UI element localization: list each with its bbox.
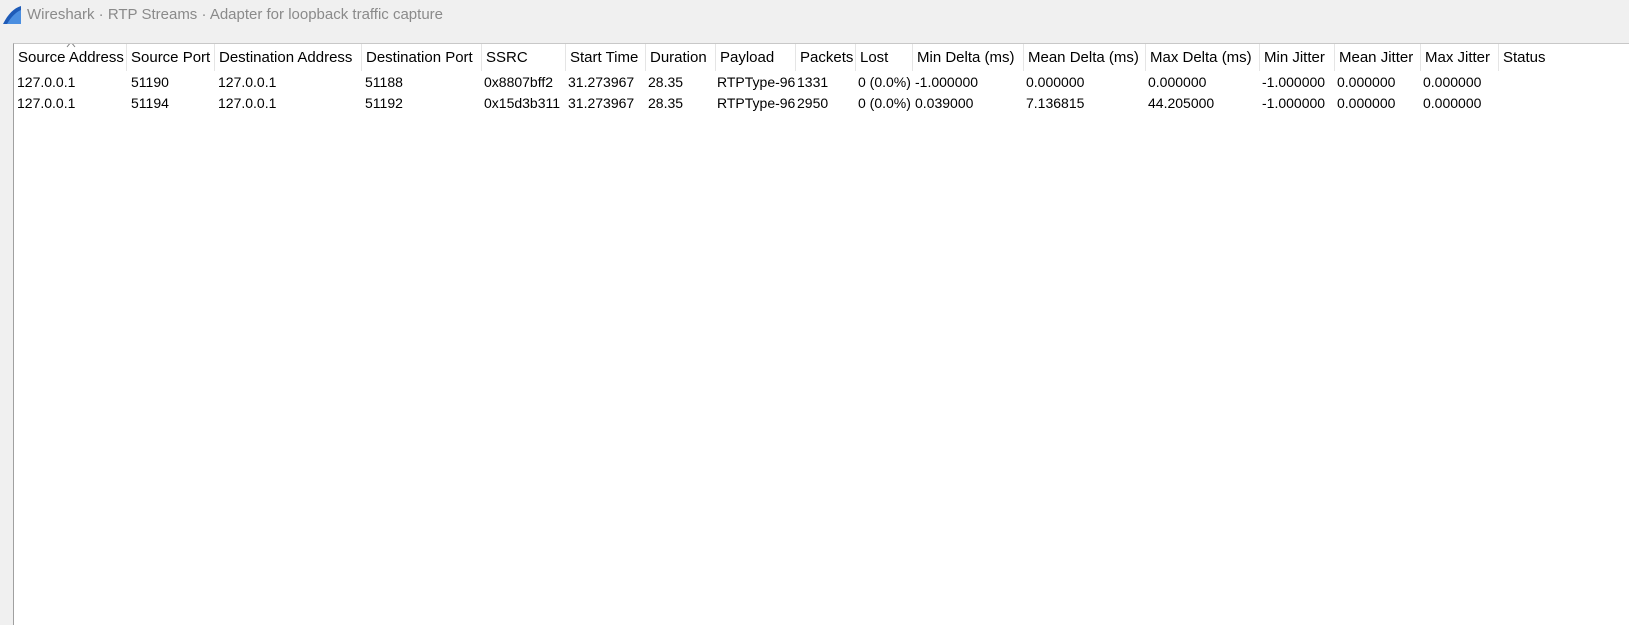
cell-mean-delta: 0.000000 xyxy=(1026,74,1085,90)
title-bar: Wireshark · RTP Streams · Adapter for lo… xyxy=(0,0,1629,32)
column-header-destination-port[interactable]: Destination Port xyxy=(362,44,482,71)
cell-ssrc: 0x15d3b311 xyxy=(484,95,561,111)
cell-ssrc: 0x8807bff2 xyxy=(484,74,554,90)
cell-destination-address: 127.0.0.1 xyxy=(218,95,277,111)
cell-packets: 1331 xyxy=(797,74,829,90)
cell-source-port: 51190 xyxy=(131,74,169,90)
cell-min-jitter: -1.000000 xyxy=(1262,95,1326,111)
column-header-destination-address[interactable]: Destination Address xyxy=(215,44,362,71)
cell-destination-port: 51188 xyxy=(365,74,403,90)
cell-lost: 0 (0.0%) xyxy=(858,74,911,90)
table-row[interactable]: 127.0.0.1 51194 127.0.0.1 51192 0x15d3b3… xyxy=(14,93,1629,114)
cell-packets: 2950 xyxy=(797,95,829,111)
column-header-ssrc[interactable]: SSRC xyxy=(482,44,566,71)
cell-duration: 28.35 xyxy=(648,95,684,111)
column-header-payload[interactable]: Payload xyxy=(716,44,796,71)
column-header-lost[interactable]: Lost xyxy=(856,44,913,71)
table-row[interactable]: 127.0.0.1 51190 127.0.0.1 51188 0x8807bf… xyxy=(14,72,1629,93)
column-header-min-delta[interactable]: Min Delta (ms) xyxy=(913,44,1024,71)
column-header-mean-jitter[interactable]: Mean Jitter xyxy=(1335,44,1421,71)
cell-mean-delta: 7.136815 xyxy=(1026,95,1085,111)
column-header-start-time[interactable]: Start Time xyxy=(566,44,646,71)
column-header-min-jitter[interactable]: Min Jitter xyxy=(1260,44,1335,71)
column-header-duration[interactable]: Duration xyxy=(646,44,716,71)
cell-max-jitter: 0.000000 xyxy=(1423,74,1482,90)
column-header-max-jitter[interactable]: Max Jitter xyxy=(1421,44,1499,71)
cell-lost: 0 (0.0%) xyxy=(858,95,911,111)
cell-payload: RTPType-96 xyxy=(717,95,796,111)
cell-min-delta: -1.000000 xyxy=(915,74,979,90)
cell-destination-port: 51192 xyxy=(365,95,403,111)
column-header-status[interactable]: Status xyxy=(1499,44,1629,71)
column-header-source-port[interactable]: Source Port xyxy=(127,44,215,71)
cell-max-jitter: 0.000000 xyxy=(1423,95,1482,111)
cell-source-address: 127.0.0.1 xyxy=(17,74,76,90)
cell-payload: RTPType-96 xyxy=(717,74,796,90)
cell-mean-jitter: 0.000000 xyxy=(1337,95,1396,111)
cell-mean-jitter: 0.000000 xyxy=(1337,74,1396,90)
column-header-max-delta[interactable]: Max Delta (ms) xyxy=(1146,44,1260,71)
column-header-source-address[interactable]: Source Address xyxy=(14,44,127,71)
column-header-mean-delta[interactable]: Mean Delta (ms) xyxy=(1024,44,1146,71)
table-header: Source Address Source Port Destination A… xyxy=(14,44,1629,71)
column-header-packets[interactable]: Packets xyxy=(796,44,856,71)
window-title: Wireshark · RTP Streams · Adapter for lo… xyxy=(27,6,444,23)
cell-max-delta: 44.205000 xyxy=(1148,95,1215,111)
sort-ascending-icon xyxy=(66,44,76,48)
cell-start-time: 31.273967 xyxy=(568,95,635,111)
wireshark-fin-icon xyxy=(3,6,21,24)
cell-source-address: 127.0.0.1 xyxy=(17,95,76,111)
cell-duration: 28.35 xyxy=(648,74,684,90)
cell-source-port: 51194 xyxy=(131,95,169,111)
cell-min-jitter: -1.000000 xyxy=(1262,74,1326,90)
rtp-streams-table[interactable]: Source Address Source Port Destination A… xyxy=(13,43,1629,625)
cell-destination-address: 127.0.0.1 xyxy=(218,74,277,90)
cell-start-time: 31.273967 xyxy=(568,74,635,90)
cell-max-delta: 0.000000 xyxy=(1148,74,1207,90)
cell-min-delta: 0.039000 xyxy=(915,95,974,111)
